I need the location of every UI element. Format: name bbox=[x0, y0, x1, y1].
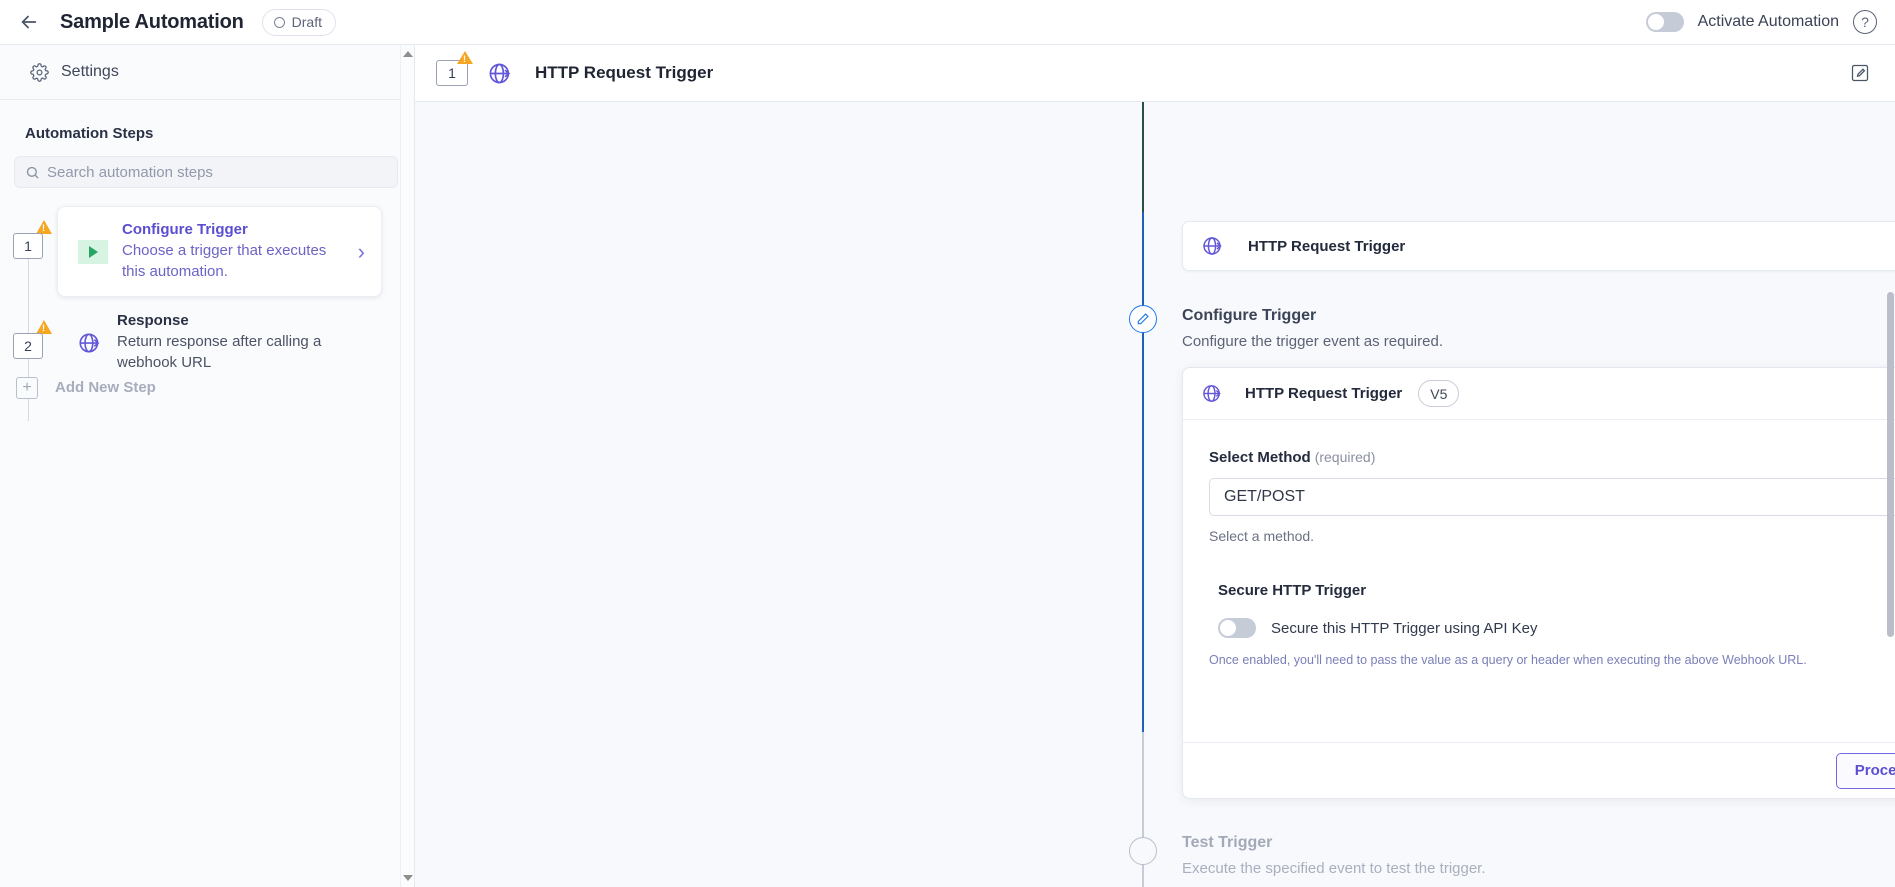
timeline-line bbox=[1142, 102, 1144, 837]
search-automation-steps[interactable] bbox=[14, 156, 398, 188]
configure-trigger-panel: HTTP Request Trigger V5 Select Method (r… bbox=[1182, 367, 1895, 799]
step-number: 2 bbox=[13, 333, 43, 359]
sidebar-settings-label: Settings bbox=[61, 63, 119, 80]
globe-arrow-icon bbox=[489, 63, 511, 83]
top-bar: Sample Automation Draft Activate Automat… bbox=[0, 0, 1895, 45]
canvas-header: 1 HTTP Request Trigger bbox=[415, 45, 1895, 102]
topbar-actions: Activate Automation ? bbox=[1645, 10, 1877, 34]
globe-arrow-icon bbox=[1203, 385, 1221, 402]
scroll-up-arrow-icon[interactable] bbox=[403, 51, 413, 57]
pencil-icon bbox=[1137, 313, 1149, 325]
canvas-step-number: 1 bbox=[436, 51, 473, 86]
select-method-help: Select a method. bbox=[1209, 528, 1315, 544]
canvas: 1 HTTP Request Trigger bbox=[415, 45, 1895, 887]
sidebar-scrollbar[interactable] bbox=[400, 45, 413, 887]
secure-http-note: Once enabled, you'll need to pass the va… bbox=[1209, 653, 1807, 667]
globe-arrow-icon bbox=[79, 333, 100, 352]
add-new-step-label[interactable]: Add New Step bbox=[55, 379, 156, 396]
toggle-knob bbox=[1220, 620, 1236, 636]
section-test-trigger: Test Trigger Execute the specified event… bbox=[1182, 834, 1486, 877]
warning-icon bbox=[36, 320, 52, 334]
canvas-step-number-label: 1 bbox=[448, 65, 456, 81]
activate-automation-toggle[interactable] bbox=[1645, 12, 1684, 32]
scroll-down-arrow-icon[interactable] bbox=[403, 875, 413, 881]
section-title: Configure Trigger bbox=[1182, 307, 1317, 324]
section-subtitle: Configure the trigger event as required. bbox=[1182, 333, 1443, 350]
step-number: 1 bbox=[13, 233, 43, 259]
step-node-test-trigger[interactable] bbox=[1129, 837, 1157, 865]
panel-footer: Proceed bbox=[1183, 742, 1895, 798]
page-title: Sample Automation bbox=[60, 10, 244, 33]
sidebar-step-response[interactable]: Response Return response after calling a… bbox=[57, 306, 382, 379]
secure-http-toggle-row: Secure this HTTP Trigger using API Key bbox=[1218, 618, 1895, 638]
pencil-square-icon bbox=[1851, 64, 1869, 82]
list-item: 1 Configure Trigger Choose a trigger tha… bbox=[0, 206, 414, 306]
warning-icon bbox=[36, 220, 52, 234]
canvas-edit-button[interactable] bbox=[1847, 60, 1873, 86]
search-input[interactable] bbox=[47, 163, 377, 181]
status-badge-label: Draft bbox=[291, 14, 322, 30]
timeline-line-top bbox=[1142, 102, 1144, 212]
panel-header: HTTP Request Trigger V5 bbox=[1183, 368, 1895, 420]
automation-steps-heading: Automation Steps bbox=[25, 125, 154, 142]
select-method-label: Select Method (required) bbox=[1209, 449, 1895, 466]
secure-http-toggle[interactable] bbox=[1218, 618, 1256, 638]
globe-arrow-icon bbox=[1203, 237, 1222, 255]
status-badge[interactable]: Draft bbox=[261, 8, 336, 36]
select-method-label-text: Select Method bbox=[1209, 449, 1311, 466]
sidebar: Settings Automation Steps 1 Configure bbox=[0, 45, 415, 887]
step-name: Response bbox=[117, 312, 189, 329]
search-icon bbox=[26, 166, 39, 179]
step-description: Return response after calling a webhook … bbox=[117, 333, 322, 371]
play-icon bbox=[78, 239, 108, 264]
canvas-title: HTTP Request Trigger bbox=[535, 63, 714, 82]
step-description: Choose a trigger that executes this auto… bbox=[122, 242, 327, 280]
automation-steps-list: 1 Configure Trigger Choose a trigger tha… bbox=[0, 206, 414, 421]
required-marker: (required) bbox=[1314, 449, 1376, 465]
step-node-configure-trigger[interactable] bbox=[1129, 305, 1157, 333]
status-circle-icon bbox=[273, 16, 285, 28]
step-texts: Response Return response after calling a… bbox=[117, 312, 370, 373]
add-new-step-row[interactable]: + Add New Step bbox=[0, 372, 414, 412]
help-icon[interactable]: ? bbox=[1853, 10, 1877, 34]
secure-http-trigger-heading: Secure HTTP Trigger bbox=[1218, 582, 1367, 599]
trigger-chip-label: HTTP Request Trigger bbox=[1248, 237, 1406, 255]
back-button[interactable] bbox=[12, 5, 46, 39]
trigger-summary-chip[interactable]: HTTP Request Trigger bbox=[1182, 221, 1895, 271]
chevron-right-icon[interactable]: › bbox=[358, 239, 365, 265]
canvas-scrollbar-thumb[interactable] bbox=[1887, 292, 1894, 637]
secure-http-toggle-label: Secure this HTTP Trigger using API Key bbox=[1271, 619, 1538, 637]
step-texts: Configure Trigger Choose a trigger that … bbox=[122, 221, 344, 282]
canvas-scrollbar[interactable] bbox=[1885, 102, 1895, 887]
warning-icon bbox=[457, 51, 473, 64]
panel-body: Select Method (required) GET/POST Select … bbox=[1183, 420, 1895, 743]
toggle-knob bbox=[1647, 14, 1664, 30]
panel-title: HTTP Request Trigger bbox=[1245, 385, 1403, 402]
sidebar-item-settings[interactable]: Settings bbox=[0, 45, 414, 100]
flow-area: HTTP Request Trigger Configure Trigger C… bbox=[415, 102, 1895, 887]
section-configure-trigger: Configure Trigger Configure the trigger … bbox=[1182, 307, 1443, 350]
version-badge[interactable]: V5 bbox=[1418, 380, 1460, 407]
arrow-left-icon bbox=[21, 15, 37, 29]
plus-icon[interactable]: + bbox=[16, 377, 38, 399]
section-title: Test Trigger bbox=[1182, 834, 1273, 851]
sidebar-step-configure-trigger[interactable]: Configure Trigger Choose a trigger that … bbox=[57, 206, 382, 297]
gear-icon bbox=[30, 62, 49, 82]
section-subtitle: Execute the specified event to test the … bbox=[1182, 860, 1486, 877]
select-method-value: GET/POST bbox=[1224, 488, 1305, 505]
activate-automation-label: Activate Automation bbox=[1697, 13, 1839, 30]
select-method-dropdown[interactable]: GET/POST bbox=[1209, 478, 1895, 516]
step-name: Configure Trigger bbox=[122, 221, 248, 238]
